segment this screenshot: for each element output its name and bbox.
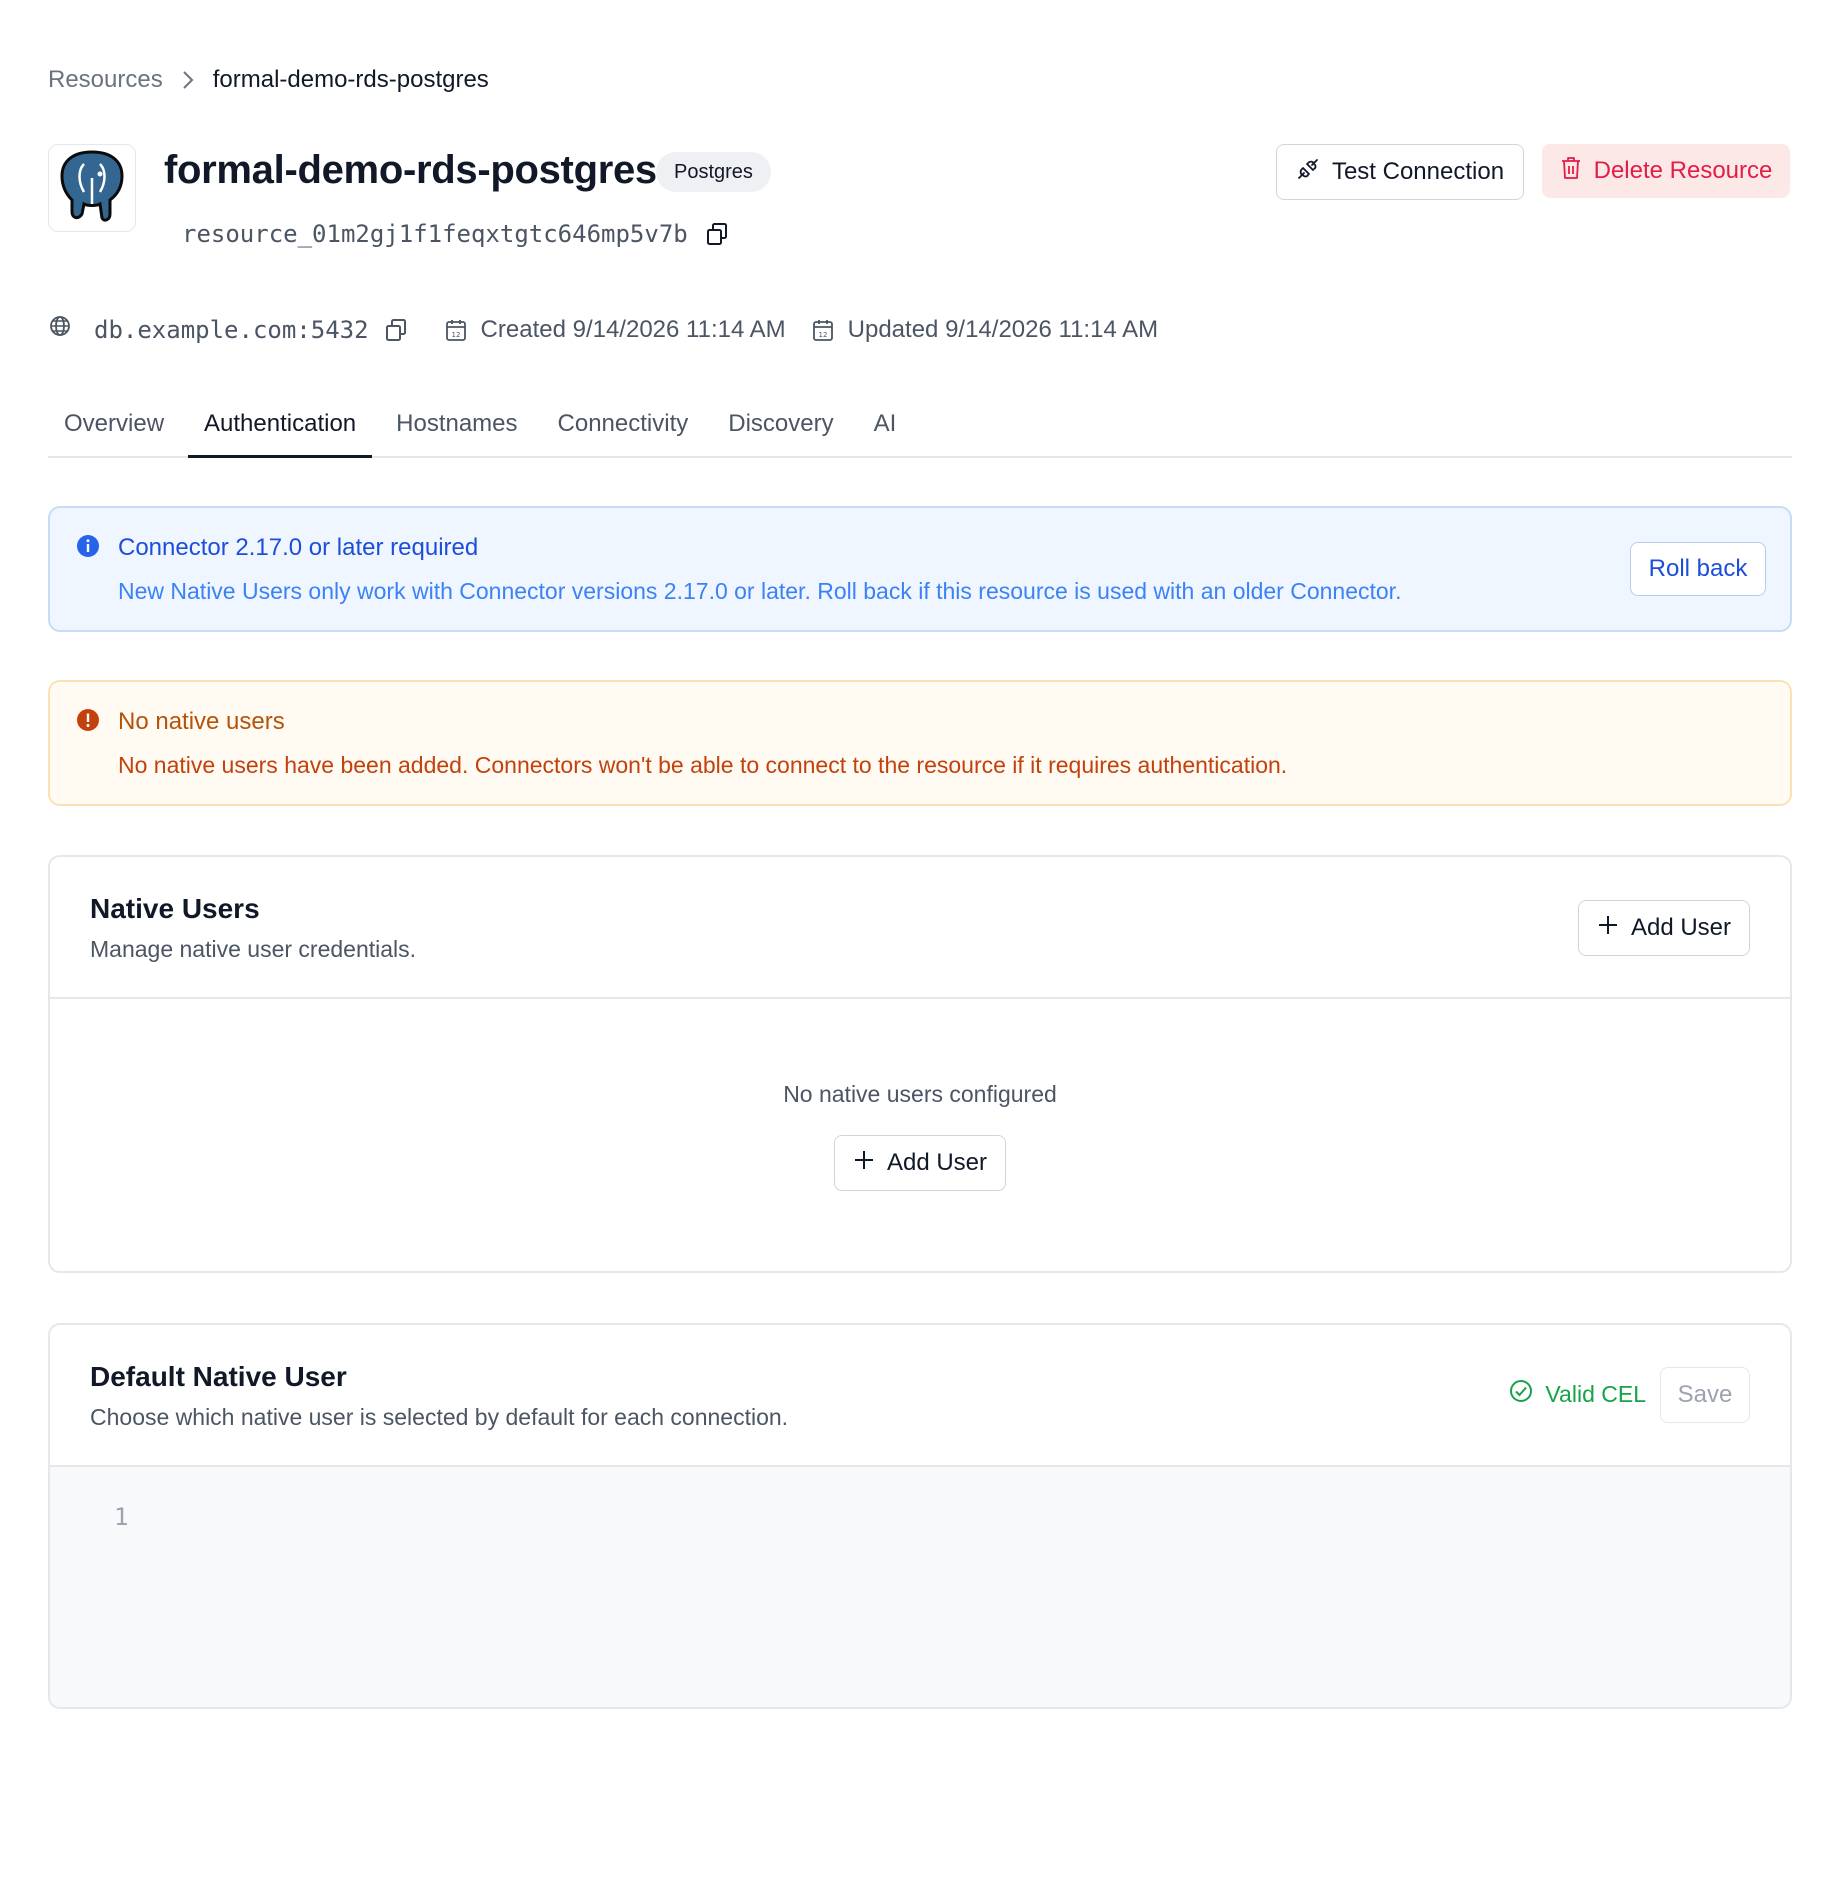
add-user-label: Add User bbox=[1630, 914, 1732, 941]
empty-add-user-button[interactable]: Add User bbox=[834, 1135, 1006, 1191]
editor-line-number: 1 bbox=[114, 1503, 129, 1531]
tab-bar: Overview Authentication Hostnames Connec… bbox=[48, 400, 1792, 458]
native-users-card: Native Users Manage native user credenti… bbox=[48, 855, 1792, 1273]
add-user-label: Add User bbox=[886, 1149, 988, 1176]
breadcrumb-current: formal-demo-rds-postgres bbox=[212, 66, 489, 93]
card-header: Native Users Manage native user credenti… bbox=[50, 857, 1790, 999]
cel-expression-editor[interactable]: 1 bbox=[50, 1467, 1790, 1707]
info-icon bbox=[76, 534, 100, 558]
trash-icon bbox=[1560, 156, 1582, 187]
add-user-button[interactable]: Add User bbox=[1578, 900, 1750, 956]
resource-meta-row: db.example.com:5432 12 Created 9/14/2026… bbox=[48, 314, 1158, 345]
resource-id-row: resource_01m2gj1f1feqxtgtc646mp5v7b bbox=[182, 220, 728, 248]
cel-status-text: Valid CEL bbox=[1545, 1380, 1646, 1407]
tab-ai[interactable]: AI bbox=[858, 400, 913, 458]
hostname: db.example.com:5432 bbox=[94, 315, 369, 344]
calendar-icon: 12 bbox=[812, 318, 834, 342]
chevron-right-icon bbox=[181, 69, 195, 91]
plus-icon bbox=[1597, 914, 1619, 943]
test-connection-button[interactable]: Test Connection bbox=[1276, 144, 1524, 200]
tab-connectivity[interactable]: Connectivity bbox=[542, 400, 705, 458]
resource-id: resource_01m2gj1f1feqxtgtc646mp5v7b bbox=[182, 220, 688, 248]
card-description: Manage native user credentials. bbox=[90, 936, 417, 962]
connector-version-alert: Connector 2.17.0 or later required New N… bbox=[48, 506, 1792, 632]
tab-hostnames[interactable]: Hostnames bbox=[380, 400, 533, 458]
page-title: formal-demo-rds-postgres bbox=[164, 148, 657, 192]
cel-status: Valid CEL bbox=[1509, 1379, 1646, 1409]
delete-resource-button[interactable]: Delete Resource bbox=[1542, 144, 1790, 198]
card-header: Default Native User Choose which native … bbox=[50, 1325, 1790, 1467]
tab-discovery[interactable]: Discovery bbox=[712, 400, 849, 458]
copy-icon[interactable] bbox=[385, 318, 407, 342]
plus-icon bbox=[853, 1149, 875, 1178]
alert-title: No native users bbox=[118, 708, 285, 735]
card-title: Default Native User bbox=[90, 1361, 347, 1392]
plug-icon bbox=[1296, 157, 1320, 188]
tab-overview[interactable]: Overview bbox=[48, 400, 180, 458]
breadcrumb: Resources formal-demo-rds-postgres bbox=[48, 66, 489, 94]
check-circle-icon bbox=[1509, 1379, 1533, 1409]
created-date: 12 Created 9/14/2026 11:14 AM bbox=[445, 316, 786, 344]
empty-state: No native users configured Add User bbox=[50, 999, 1790, 1271]
svg-text:12: 12 bbox=[818, 331, 827, 339]
card-description: Choose which native user is selected by … bbox=[90, 1404, 789, 1430]
delete-resource-label: Delete Resource bbox=[1593, 157, 1773, 184]
postgres-elephant-icon bbox=[56, 148, 128, 229]
alert-description: New Native Users only work with Connecto… bbox=[118, 578, 1402, 604]
alert-title: Connector 2.17.0 or later required bbox=[118, 534, 479, 561]
resource-logo bbox=[48, 144, 136, 232]
breadcrumb-resources-link[interactable]: Resources bbox=[48, 66, 163, 94]
default-native-user-card: Default Native User Choose which native … bbox=[48, 1323, 1792, 1709]
empty-state-text: No native users configured bbox=[783, 1081, 1057, 1107]
svg-text:12: 12 bbox=[451, 331, 460, 339]
no-native-users-alert: No native users No native users have bee… bbox=[48, 680, 1792, 806]
card-title: Native Users bbox=[90, 893, 260, 924]
alert-description: No native users have been added. Connect… bbox=[118, 752, 1288, 778]
tab-authentication[interactable]: Authentication bbox=[188, 400, 373, 458]
calendar-icon: 12 bbox=[445, 318, 467, 342]
copy-icon[interactable] bbox=[706, 222, 728, 246]
warning-icon bbox=[76, 708, 100, 732]
roll-back-button[interactable]: Roll back bbox=[1630, 542, 1766, 596]
save-button[interactable]: Save bbox=[1660, 1367, 1750, 1423]
updated-date: 12 Updated 9/14/2026 11:14 AM bbox=[812, 316, 1158, 344]
resource-type-badge: Postgres bbox=[656, 152, 771, 192]
created-text: Created 9/14/2026 11:14 AM bbox=[480, 315, 786, 343]
test-connection-label: Test Connection bbox=[1331, 158, 1505, 185]
updated-text: Updated 9/14/2026 11:14 AM bbox=[847, 315, 1159, 343]
globe-icon bbox=[48, 314, 72, 345]
page: Resources formal-demo-rds-postgres forma… bbox=[0, 0, 1836, 1886]
